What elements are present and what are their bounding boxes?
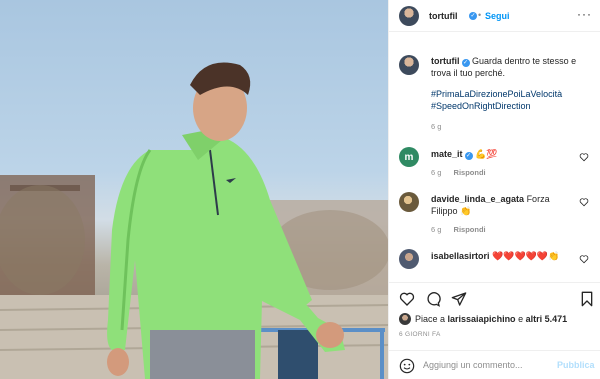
comment-text: ❤️❤️❤️❤️❤️👏 [492,251,560,261]
liker-avatar[interactable] [399,313,411,325]
follow-button[interactable]: Segui [485,11,510,21]
commenter-avatar[interactable] [399,192,419,212]
comment-time: 6 g [431,168,442,177]
verified-badge-icon: ✓ [461,59,470,67]
comment-bubble-icon[interactable] [425,291,441,307]
hashtag-list: #PrimaLaDirezionePoiLaVelocità #SpeedOnR… [431,88,562,112]
avatar-letter: m [404,151,414,163]
comment-text: 💪💯 [475,149,498,159]
verified-badge-icon: ✓ [464,152,473,160]
reply-button[interactable]: Rispondi [454,168,486,177]
likes-prefix: Piace a [415,314,448,324]
post-action-bar [389,282,600,312]
separator-dot: • [478,10,482,20]
more-horizontal-icon[interactable]: ··· [577,7,592,21]
comment-username[interactable]: mate_it [431,149,463,159]
comment-username[interactable]: isabellasirtori [431,251,490,261]
like-heart-icon[interactable] [399,291,415,307]
likes-middle: e [515,314,526,324]
author-username[interactable]: tortufil [429,11,458,21]
comment-meta: 6 g Rispondi [431,225,486,234]
save-bookmark-icon[interactable] [579,291,595,307]
like-comment-heart-icon[interactable] [579,254,589,264]
comment-meta: 6 g Rispondi [431,168,486,177]
liker-username[interactable]: larissaiapichino [448,314,516,324]
likes-others-link[interactable]: altri 5.471 [526,314,568,324]
comment-item: davide_linda_e_agata Forza Filippo 👏 [431,193,571,217]
comment-item: isabellasirtori ❤️❤️❤️❤️❤️👏 [431,250,581,262]
verified-badge-icon: ✓ [469,12,477,20]
post-side-panel: tortufil ✓ • Segui ··· tortufil ✓ Guarda … [388,0,600,379]
likes-summary: Piace a larissaiapichino e altri 5.471 [415,313,567,325]
caption-time: 6 g [431,122,442,131]
commenter-avatar[interactable] [399,249,419,269]
caption-username[interactable]: tortufil [431,56,460,66]
hashtag-link[interactable]: #SpeedOnRightDirection [431,100,562,112]
post-header: tortufil ✓ • Segui ··· [389,0,600,32]
comment-input[interactable] [423,358,543,372]
commenter-avatar[interactable]: m [399,147,419,167]
post-date: 6 GIORNI FA [399,331,441,338]
caption-author-avatar[interactable] [399,55,419,75]
post-caption: tortufil ✓ Guarda dentro te stesso e trov… [431,55,591,79]
publish-button[interactable]: Pubblica [557,360,595,370]
author-avatar[interactable] [399,6,419,26]
like-comment-heart-icon[interactable] [579,152,589,162]
post-photo[interactable] [0,0,388,379]
like-comment-heart-icon[interactable] [579,197,589,207]
share-paper-plane-icon[interactable] [451,291,467,307]
comment-username[interactable]: davide_linda_e_agata [431,194,524,204]
comment-item: mate_it ✓ 💪💯 [431,148,571,160]
hashtag-link[interactable]: #PrimaLaDirezionePoiLaVelocità [431,88,562,100]
reply-button[interactable]: Rispondi [454,225,486,234]
comment-time: 6 g [431,225,442,234]
add-comment-bar: Pubblica [389,350,600,379]
athlete-photo-illustration [0,62,388,379]
emoji-smiley-icon[interactable] [399,358,415,374]
